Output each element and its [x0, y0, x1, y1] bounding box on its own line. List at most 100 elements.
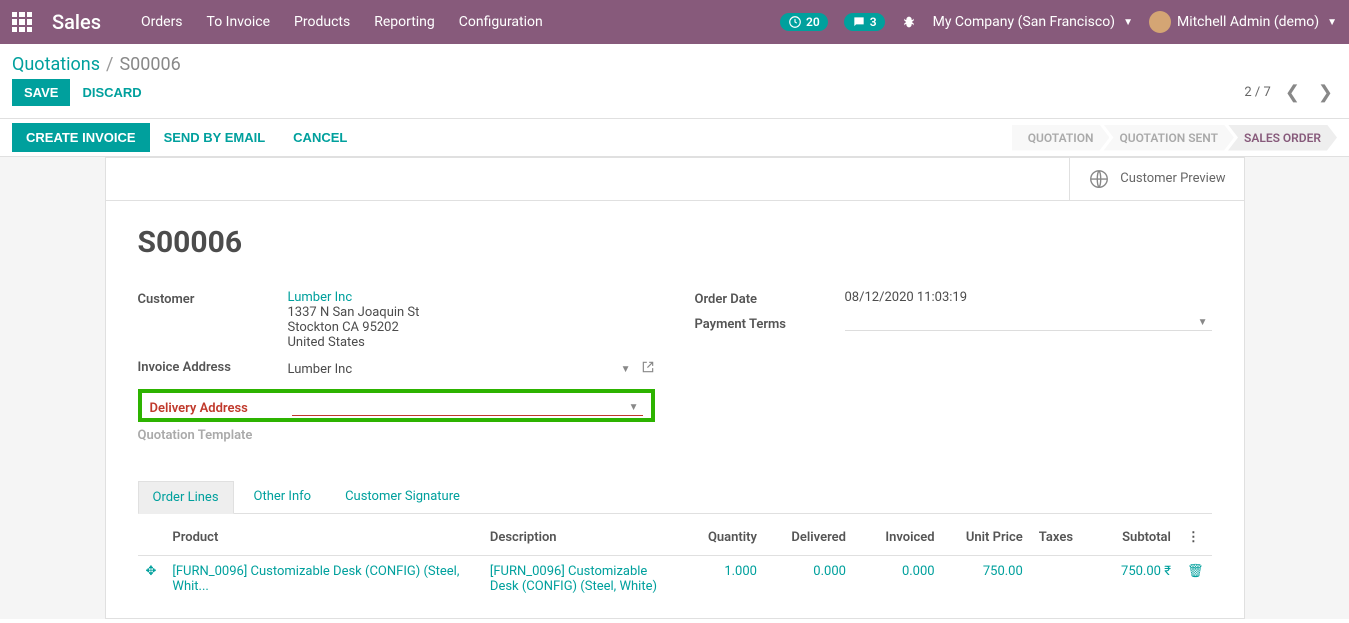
discard-button[interactable]: DISCARD: [70, 79, 153, 106]
col-product: Product: [164, 520, 482, 556]
company-selector[interactable]: My Company (San Francisco) ▼: [933, 14, 1133, 30]
tabs: Order Lines Other Info Customer Signatur…: [138, 481, 1212, 514]
order-date-row: Order Date 08/12/2020 11:03:19: [695, 290, 1212, 307]
pager-text: 2 / 7: [1244, 85, 1270, 100]
order-date-label: Order Date: [695, 290, 845, 307]
drag-handle-icon[interactable]: ✥: [138, 556, 165, 603]
cell-product[interactable]: [FURN_0096] Customizable Desk (CONFIG) (…: [164, 556, 482, 603]
nav-right: 20 3 My Company (San Francisco) ▼ Mitchel…: [780, 11, 1337, 33]
col-unit-price: Unit Price: [943, 520, 1031, 556]
invoice-address-label: Invoice Address: [138, 358, 288, 375]
cell-taxes[interactable]: [1031, 556, 1090, 603]
status-flow: QUOTATION QUOTATION SENT SALES ORDER: [1012, 125, 1337, 151]
cell-unit-price[interactable]: 750.00: [943, 556, 1031, 603]
nav-item-reporting[interactable]: Reporting: [374, 14, 435, 30]
col-options[interactable]: ⋮: [1179, 520, 1212, 556]
cell-delivered[interactable]: 0.000: [765, 556, 854, 603]
activities-badge[interactable]: 20: [780, 13, 828, 31]
nav-item-configuration[interactable]: Configuration: [459, 14, 543, 30]
col-description: Description: [482, 520, 676, 556]
pager-next[interactable]: ❯: [1314, 82, 1337, 103]
customer-link[interactable]: Lumber Inc: [288, 290, 655, 305]
form-sheet: Customer Preview S00006 Customer Lumber …: [105, 157, 1245, 619]
col-subtotal: Subtotal: [1090, 520, 1179, 556]
invoice-address-row: Invoice Address Lumber Inc ▼: [138, 358, 655, 381]
payment-terms-label: Payment Terms: [695, 315, 845, 332]
pager-prev[interactable]: ❮: [1281, 82, 1304, 103]
caret-down-icon[interactable]: ▼: [617, 364, 635, 375]
nav-item-products[interactable]: Products: [294, 14, 350, 30]
order-lines-table: Product Description Quantity Delivered I…: [138, 520, 1212, 602]
caret-down-icon[interactable]: ▼: [1194, 317, 1212, 328]
messages-badge[interactable]: 3: [844, 13, 885, 31]
address-line-1: 1337 N San Joaquin St: [288, 305, 655, 320]
tab-order-lines[interactable]: Order Lines: [138, 481, 234, 514]
sheet-body: S00006 Customer Lumber Inc 1337 N San Jo…: [106, 201, 1244, 619]
user-name-text: Mitchell Admin (demo): [1177, 14, 1319, 30]
apps-icon[interactable]: [12, 12, 32, 32]
cell-subtotal: 750.00 ₹: [1090, 556, 1179, 603]
cell-invoiced[interactable]: 0.000: [854, 556, 943, 603]
create-invoice-button[interactable]: CREATE INVOICE: [12, 123, 150, 152]
save-button[interactable]: SAVE: [12, 79, 70, 106]
caret-down-icon: ▼: [1123, 17, 1133, 28]
activities-count: 20: [806, 15, 820, 29]
cancel-button[interactable]: CANCEL: [279, 123, 361, 152]
order-title: S00006: [138, 225, 1212, 260]
form-grid: Customer Lumber Inc 1337 N San Joaquin S…: [138, 290, 1212, 451]
delete-row-icon[interactable]: 🗑: [1179, 556, 1212, 603]
breadcrumb: Quotations / S00006: [0, 44, 1349, 79]
breadcrumb-separator: /: [106, 54, 113, 75]
caret-down-icon[interactable]: ▼: [625, 402, 643, 413]
status-sales-order[interactable]: SALES ORDER: [1228, 125, 1337, 151]
customer-preview-button[interactable]: Customer Preview: [1069, 158, 1243, 200]
payment-terms-field[interactable]: ▼: [845, 315, 1212, 331]
col-taxes: Taxes: [1031, 520, 1090, 556]
status-bar: CREATE INVOICE SEND BY EMAIL CANCEL QUOT…: [0, 118, 1349, 156]
cell-quantity[interactable]: 1.000: [676, 556, 765, 603]
breadcrumb-root[interactable]: Quotations: [12, 54, 100, 75]
quotation-template-label: Quotation Template: [138, 426, 288, 443]
address-line-2: Stockton CA 95202: [288, 320, 655, 335]
customer-value: Lumber Inc 1337 N San Joaquin St Stockto…: [288, 290, 655, 350]
external-link-icon[interactable]: [641, 360, 655, 378]
top-nav: Sales Orders To Invoice Products Reporti…: [0, 0, 1349, 44]
nav-menu: Orders To Invoice Products Reporting Con…: [141, 14, 780, 30]
col-handle: [138, 520, 165, 556]
delivery-address-field[interactable]: ▼: [292, 400, 643, 416]
button-box: Customer Preview: [106, 158, 1244, 201]
nav-item-orders[interactable]: Orders: [141, 14, 183, 30]
company-name-text: My Company (San Francisco): [933, 14, 1115, 30]
table-row[interactable]: ✥ [FURN_0096] Customizable Desk (CONFIG)…: [138, 556, 1212, 603]
order-date-value: 08/12/2020 11:03:19: [845, 290, 1212, 305]
delivery-address-highlight: Delivery Address ▼: [138, 389, 655, 422]
status-actions: CREATE INVOICE SEND BY EMAIL CANCEL: [12, 123, 361, 152]
form-col-left: Customer Lumber Inc 1337 N San Joaquin S…: [138, 290, 655, 451]
form-col-right: Order Date 08/12/2020 11:03:19 Payment T…: [695, 290, 1212, 451]
messages-count: 3: [870, 15, 877, 29]
invoice-address-field[interactable]: Lumber Inc ▼: [288, 358, 655, 381]
pager: 2 / 7 ❮ ❯: [1244, 82, 1337, 103]
customer-row: Customer Lumber Inc 1337 N San Joaquin S…: [138, 290, 655, 350]
cell-description[interactable]: [FURN_0096] Customizable Desk (CONFIG) (…: [482, 556, 676, 603]
tab-customer-signature[interactable]: Customer Signature: [331, 481, 474, 513]
quotation-template-row: Quotation Template: [138, 426, 655, 443]
invoice-address-value: Lumber Inc: [288, 362, 353, 377]
user-menu[interactable]: Mitchell Admin (demo) ▼: [1149, 11, 1337, 33]
status-quotation-sent[interactable]: QUOTATION SENT: [1103, 125, 1234, 151]
delivery-address-label: Delivery Address: [150, 399, 292, 416]
send-email-button[interactable]: SEND BY EMAIL: [150, 123, 280, 152]
address-line-3: United States: [288, 335, 655, 350]
col-invoiced: Invoiced: [854, 520, 943, 556]
nav-item-to-invoice[interactable]: To Invoice: [207, 14, 271, 30]
col-quantity: Quantity: [676, 520, 765, 556]
caret-down-icon: ▼: [1327, 17, 1337, 28]
debug-icon[interactable]: [901, 14, 917, 30]
customer-label: Customer: [138, 290, 288, 307]
tab-other-info[interactable]: Other Info: [240, 481, 326, 513]
customer-preview-label: Customer Preview: [1120, 171, 1225, 188]
status-quotation[interactable]: QUOTATION: [1012, 125, 1110, 151]
globe-icon: [1088, 168, 1110, 190]
app-title[interactable]: Sales: [52, 10, 101, 34]
action-bar: SAVE DISCARD 2 / 7 ❮ ❯: [0, 79, 1349, 118]
